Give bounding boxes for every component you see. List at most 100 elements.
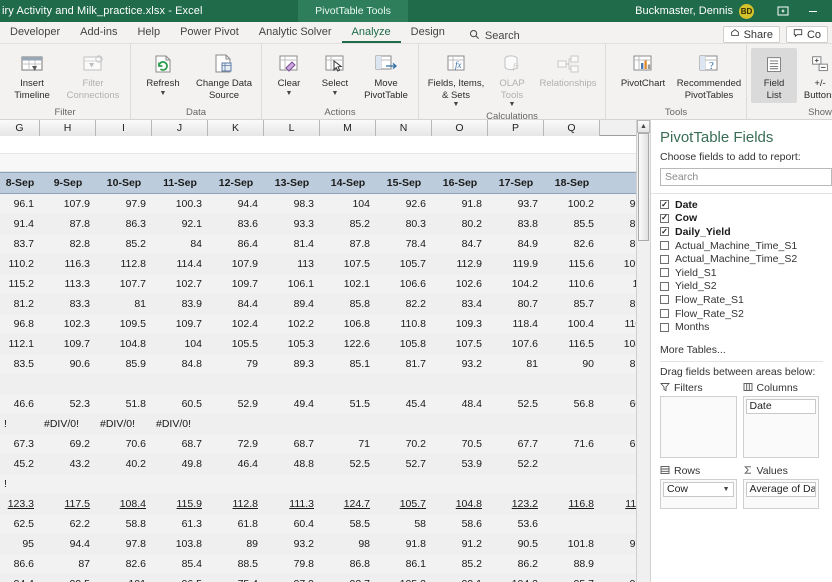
grid-cell[interactable]: 95.7 <box>544 578 600 582</box>
grid-cell[interactable]: 85.9 <box>96 358 152 370</box>
grid-cell[interactable]: 45.2 <box>0 458 40 470</box>
grid-cell[interactable]: 98 <box>320 538 376 550</box>
grid-cell[interactable]: 91.4 <box>0 218 40 230</box>
grid-cell[interactable]: 85.2 <box>432 558 488 570</box>
field-checkbox[interactable] <box>660 322 669 332</box>
grid-cell[interactable]: 107.5 <box>432 338 488 350</box>
grid-cell[interactable]: 108.9 <box>600 338 636 350</box>
grid-cell[interactable]: 85.2 <box>320 218 376 230</box>
grid-cell[interactable]: 100.3 <box>152 198 208 210</box>
minimize-icon[interactable] <box>798 0 828 22</box>
grid-cell[interactable]: 99.5 <box>40 578 96 582</box>
table-row[interactable]: 62.5 62.2 58.8 61.3 61.8 60.4 58.5 58 58.6 53.6 <box>0 514 636 534</box>
area-values-dropzone[interactable]: Average of Daily_ <box>742 478 819 509</box>
grid-cell[interactable]: 83.4 <box>432 298 488 310</box>
grid-cell[interactable]: 61.3 <box>152 518 208 530</box>
grid-cell[interactable]: 18-Sep <box>544 177 600 189</box>
grid-cell[interactable]: 80.2 <box>432 218 488 230</box>
share-button[interactable]: Share <box>722 26 780 43</box>
grid-cell[interactable]: 88.9 <box>544 558 600 570</box>
grid-cell[interactable]: 84.4 <box>208 298 264 310</box>
grid-cell[interactable]: 43.2 <box>40 458 96 470</box>
grid-cell[interactable]: 98.3 <box>264 198 320 210</box>
grid-cell[interactable]: #DIV/0! <box>96 418 152 430</box>
grid-cell[interactable]: 88.5 <box>208 558 264 570</box>
search-box[interactable]: Search <box>469 29 520 43</box>
grid-cell[interactable]: 52.5 <box>320 458 376 470</box>
area-columns-dropzone[interactable]: Date <box>742 395 819 458</box>
grid-cell[interactable]: 48.8 <box>264 458 320 470</box>
grid-cell[interactable]: 86.4 <box>208 238 264 250</box>
grid-cell[interactable]: 82.8 <box>40 238 96 250</box>
grid-cell[interactable]: 101.8 <box>544 538 600 550</box>
grid-cell[interactable]: 8-Sep <box>0 177 40 189</box>
grid-cell[interactable]: 70.6 <box>96 438 152 450</box>
grid-cell[interactable]: 111.3 <box>600 498 636 510</box>
grid-cell[interactable]: 53.6 <box>488 518 544 530</box>
move-pivottable-button[interactable]: Move PivotTable <box>358 48 414 103</box>
grid-cell[interactable]: 122.6 <box>320 338 376 350</box>
table-row[interactable]: 83.7 82.8 85.2 84 86.4 81.4 87.8 78.4 84.7 84.9 82… <box>0 234 636 254</box>
column-header-g[interactable]: G <box>0 120 40 136</box>
table-row[interactable]: ! #DIV/0! #DIV/0! #DIV/0! <box>0 414 636 434</box>
grid-cell[interactable]: 90.5 <box>488 538 544 550</box>
grid-cell[interactable]: 17-Sep <box>488 177 544 189</box>
grid-cell[interactable]: 124.7 <box>320 498 376 510</box>
pivot-column-header-row[interactable]: 8-Sep 9-Sep 10-Sep 11-Sep 12-Sep 13-Sep 14-Sep… <box>0 172 636 194</box>
grid-cell[interactable]: 83.6 <box>208 218 264 230</box>
grid-cell[interactable]: 86.7 <box>600 238 636 250</box>
tab-power-pivot[interactable]: Power Pivot <box>170 22 249 43</box>
scrollbar-thumb[interactable] <box>637 133 649 241</box>
grid-cell[interactable]: 83.5 <box>0 358 40 370</box>
fields-items-sets-caret-icon[interactable]: ▼ <box>453 101 460 108</box>
grid-cell[interactable]: 109 <box>600 278 636 290</box>
grid-cell[interactable]: 49.4 <box>264 398 320 410</box>
grid-cell[interactable]: 49.8 <box>152 458 208 470</box>
grid-cell[interactable]: 83.8 <box>488 218 544 230</box>
grid-cell[interactable]: #DIV/0! <box>40 418 96 430</box>
fields-items-sets-button[interactable]: fx Fields, Items, & Sets ▼ <box>423 48 489 110</box>
grid-cell[interactable]: 109.7 <box>208 278 264 290</box>
field-item-yield-s2[interactable]: Yield_S2 <box>660 280 832 294</box>
clear-button[interactable]: Clear ▼ <box>266 48 312 99</box>
area-filters-dropzone[interactable] <box>660 395 737 458</box>
tab-design[interactable]: Design <box>401 22 455 43</box>
grid-cell[interactable]: 97.8 <box>96 538 152 550</box>
field-checkbox[interactable] <box>660 295 669 305</box>
grid-cell[interactable]: 103.8 <box>152 538 208 550</box>
grid-cell[interactable]: 102.7 <box>152 278 208 290</box>
grid-cell[interactable]: 10-Sep <box>96 177 152 189</box>
grid-cell[interactable]: 79.8 <box>264 558 320 570</box>
chevron-down-icon[interactable]: ▼ <box>723 486 730 493</box>
ribbon-display-options-icon[interactable] <box>768 0 798 22</box>
grid-cell[interactable]: 13-Sep <box>264 177 320 189</box>
grid-cell[interactable]: 61.8 <box>208 518 264 530</box>
table-row[interactable]: 110.2 116.3 112.8 114.4 107.9 113 107.5 105.7 11… <box>0 254 636 274</box>
grid-cell[interactable]: 91.8 <box>376 538 432 550</box>
grid-cell[interactable]: 84.7 <box>432 238 488 250</box>
grid-cell[interactable]: 101 <box>96 578 152 582</box>
grid-cell[interactable]: 102.2 <box>264 318 320 330</box>
grid-cell[interactable]: 100.2 <box>544 198 600 210</box>
grid-cell[interactable]: 105.5 <box>208 338 264 350</box>
grid-cell[interactable]: 96.1 <box>0 198 40 210</box>
grid-cell[interactable]: 107.5 <box>320 258 376 270</box>
grid-cell[interactable]: 87.8 <box>320 238 376 250</box>
grid-cell[interactable]: 104.2 <box>488 578 544 582</box>
table-row[interactable]: 83.590.685.984.87989.385.181.793.2819081… <box>0 354 636 374</box>
grid-cell[interactable]: 82.3 <box>600 298 636 310</box>
grid-cell[interactable]: 115.6 <box>544 258 600 270</box>
grid-cell[interactable]: 110.7 <box>600 318 637 330</box>
grid-cell[interactable]: 58 <box>376 518 432 530</box>
grid-cell[interactable]: 68.7 <box>264 438 320 450</box>
field-item-yield-s1[interactable]: Yield_S1 <box>660 266 832 280</box>
field-checkbox[interactable] <box>660 254 669 264</box>
scrollbar-track[interactable] <box>636 133 651 582</box>
table-row[interactable]: 96.8 102.3 109.5 109.7 102.4 102.2 106.8 110.8 1… <box>0 314 636 334</box>
grid-cell[interactable]: 86.3 <box>96 218 152 230</box>
grid-cell[interactable]: 81.4 <box>264 238 320 250</box>
grid-cell[interactable]: 90.6 <box>40 358 96 370</box>
grid-cell[interactable]: 108.4 <box>96 498 152 510</box>
grid-cell[interactable]: 52.9 <box>208 398 264 410</box>
grid-cell[interactable]: 52.5 <box>488 398 544 410</box>
